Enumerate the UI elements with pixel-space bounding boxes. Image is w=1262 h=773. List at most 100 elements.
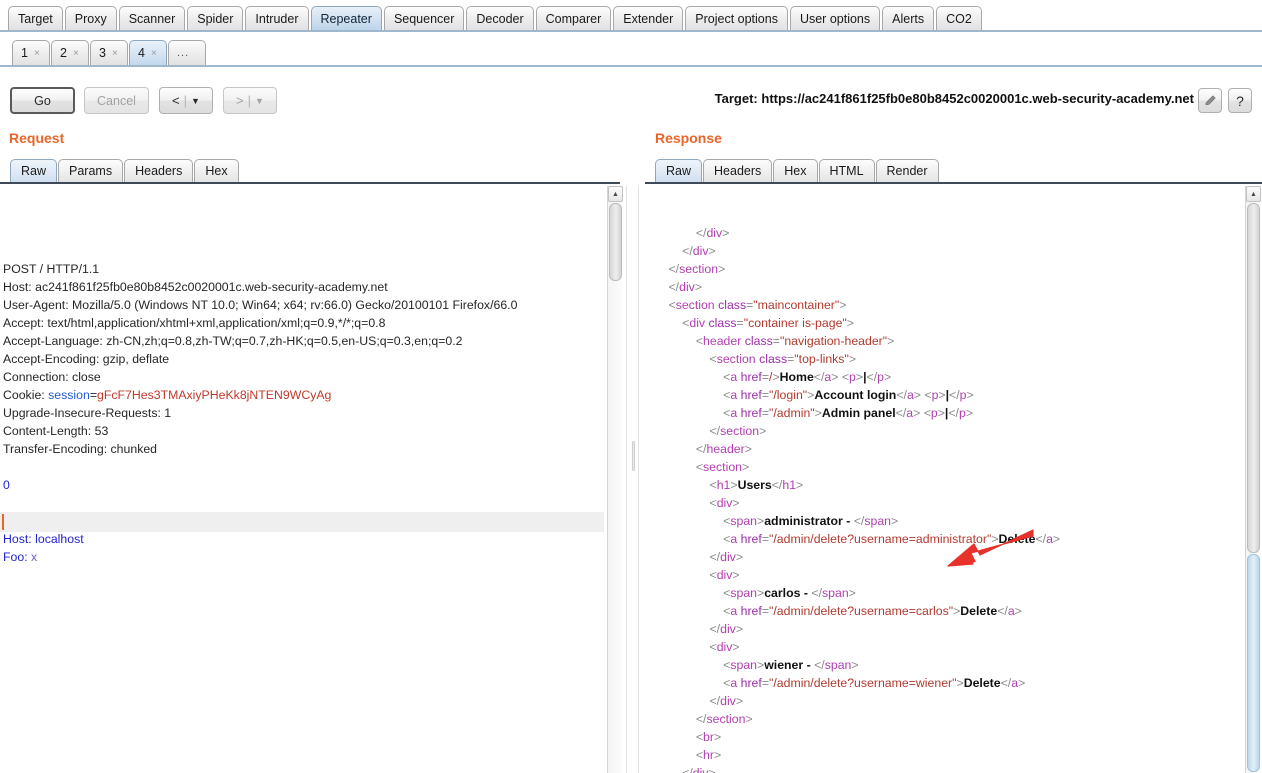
syntax-tg: section [675, 298, 719, 312]
forward-history-button[interactable]: > | ▼ [223, 87, 277, 114]
request-tab-bar: Raw Params Headers Hex [0, 156, 620, 184]
syntax-br: </ [1035, 532, 1047, 546]
main-tab-decoder[interactable]: Decoder [466, 6, 534, 30]
response-text-content: </div> </div> </section> </div> <section… [648, 224, 1237, 773]
syntax-at: href [740, 370, 762, 384]
main-tab-comparer[interactable]: Comparer [535, 6, 612, 30]
editor-line: <a href="/login">Account login</a> <p>|<… [648, 386, 1237, 404]
syntax-br: = [761, 676, 770, 690]
chevron-down-icon[interactable]: ▼ [255, 96, 264, 106]
go-button[interactable]: Go [10, 87, 75, 114]
repeater-tab-2[interactable]: 2 × [51, 40, 89, 65]
close-icon[interactable]: × [112, 48, 118, 59]
syntax-tg: header [706, 442, 745, 456]
button-separator: | [183, 93, 188, 108]
main-tab-extender[interactable]: Extender [613, 6, 684, 30]
scroll-up-arrow-icon[interactable]: ▲ [608, 186, 623, 202]
syntax-br: < [695, 460, 704, 474]
help-button[interactable]: ? [1228, 88, 1252, 113]
panel-splitter[interactable] [626, 186, 639, 773]
syntax-av: "container is-page" [743, 316, 847, 330]
repeater-tab-1[interactable]: 1 × [12, 40, 50, 65]
syntax-br: </ [949, 388, 960, 402]
syntax-br: > [851, 658, 859, 672]
editor-line: <hr> [648, 746, 1237, 764]
response-scrollbar[interactable]: ▲ [1245, 186, 1261, 773]
close-icon[interactable]: × [34, 48, 40, 59]
syntax-br: < [709, 352, 717, 366]
request-tab-hex[interactable]: Hex [194, 159, 239, 182]
response-tab-hex[interactable]: Hex [773, 159, 818, 182]
target-url: https://ac241f861f25fb0e80b8452c0020001c… [761, 91, 1194, 106]
cancel-button[interactable]: Cancel [84, 87, 149, 114]
syntax-tg: div [716, 568, 733, 582]
main-tab-project-options[interactable]: Project options [685, 6, 788, 30]
response-scrollbar-thumb[interactable] [1247, 554, 1260, 772]
response-tab-label: Render [886, 164, 928, 178]
editor-line: </div> [648, 224, 1237, 242]
splitter-grip[interactable] [632, 441, 635, 471]
repeater-new-tab-button[interactable]: ... [168, 40, 206, 65]
syntax-br: > [708, 766, 716, 773]
annotation-arrow-icon [947, 529, 1034, 567]
main-tab-target[interactable]: Target [8, 6, 63, 30]
syntax-br: </ [811, 586, 822, 600]
request-scrollbar-thumb[interactable] [609, 203, 622, 281]
syntax-br: = [761, 604, 770, 618]
response-editor[interactable]: </div> </div> </section> </div> <section… [645, 186, 1237, 773]
repeater-tab-3[interactable]: 3 × [90, 40, 128, 65]
response-scrollbar-track-thumb[interactable] [1247, 203, 1260, 553]
response-tab-html[interactable]: HTML [818, 159, 875, 182]
close-icon[interactable]: × [151, 48, 157, 59]
request-tab-params[interactable]: Params [58, 159, 124, 182]
back-history-button[interactable]: < | ▼ [159, 87, 213, 114]
main-tab-label: Alerts [892, 11, 925, 26]
editor-line: </div> [648, 242, 1237, 260]
syntax-tg: a [730, 532, 741, 546]
scroll-up-arrow-icon[interactable]: ▲ [1246, 186, 1261, 202]
main-tab-label: Project options [695, 11, 778, 26]
syntax-av: "maincontainer" [753, 298, 840, 312]
main-tab-repeater[interactable]: Repeater [310, 6, 382, 30]
main-tab-spider[interactable]: Spider [187, 6, 244, 30]
syntax-tg: div [679, 280, 695, 294]
syntax-tg: a [730, 604, 741, 618]
request-tab-raw[interactable]: Raw [10, 159, 58, 182]
response-tab-render[interactable]: Render [875, 159, 939, 182]
repeater-tab-4[interactable]: 4 × [129, 40, 167, 65]
syntax-br: > < [831, 370, 850, 384]
main-tab-co2[interactable]: CO2 [936, 6, 982, 30]
request-tab-headers[interactable]: Headers [124, 159, 194, 182]
syntax-br: > [730, 478, 738, 492]
main-tab-proxy[interactable]: Proxy [64, 6, 117, 30]
syntax-br: < [695, 334, 704, 348]
request-editor[interactable]: POST / HTTP/1.1 Host: ac241f861f25fb0e80b… [0, 186, 607, 773]
target-line: Target: https://ac241f861f25fb0e80b8452c… [715, 91, 1194, 106]
response-tab-headers[interactable]: Headers [703, 159, 773, 182]
syntax-tg: h1 [782, 478, 797, 492]
main-tab-user-options[interactable]: User options [789, 6, 881, 30]
request-scrollbar[interactable]: ▲ [607, 186, 623, 773]
close-icon[interactable]: × [73, 48, 79, 59]
main-tab-label: Intruder [255, 11, 299, 26]
syntax-br: = [736, 316, 744, 330]
chevron-down-icon[interactable]: ▼ [191, 96, 200, 106]
main-tab-sequencer[interactable]: Sequencer [383, 6, 465, 30]
main-tab-alerts[interactable]: Alerts [882, 6, 935, 30]
response-tab-raw[interactable]: Raw [655, 159, 703, 182]
editor-line: </div> [648, 692, 1237, 710]
main-tab-scanner[interactable]: Scanner [118, 6, 186, 30]
main-tab-intruder[interactable]: Intruder [245, 6, 309, 30]
syntax-br: </ [709, 622, 721, 636]
syntax-tg: div [716, 640, 733, 654]
syntax-br: > [814, 406, 822, 420]
edit-target-button[interactable] [1198, 88, 1222, 113]
